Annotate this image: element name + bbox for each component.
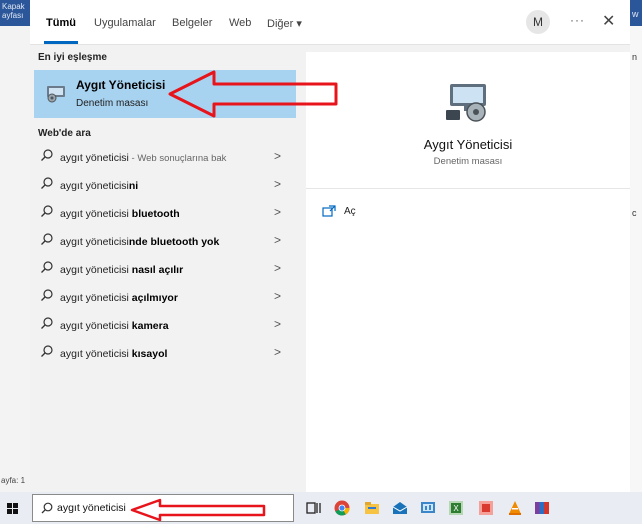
background-app-right: w n c (630, 0, 642, 492)
web-search-item-label: aygıt yöneticisini (60, 180, 139, 192)
chrome-icon[interactable] (334, 500, 350, 516)
web-search-item[interactable]: aygıt yöneticisi kısayol > (34, 342, 300, 366)
background-text: Kapak ayfası (2, 2, 25, 20)
web-search-heading: Web'de ara (38, 128, 91, 139)
web-search-item-label: aygıt yöneticisi açılmıyor (60, 292, 178, 304)
excel-icon[interactable]: X (448, 500, 464, 516)
tab-web[interactable]: Web (229, 17, 251, 29)
background-text: w (632, 9, 639, 19)
device-manager-icon (446, 84, 486, 122)
search-icon (41, 149, 53, 161)
web-search-item-label: aygıt yöneticisinde bluetooth yok (60, 236, 220, 248)
divider (306, 188, 630, 189)
web-search-item[interactable]: aygıt yöneticisini > (34, 174, 300, 198)
search-icon (41, 502, 53, 514)
chevron-right-icon: > (274, 205, 282, 219)
web-search-item-label: aygıt yöneticisi kamera (60, 320, 169, 332)
open-icon (322, 205, 336, 217)
winrar-icon[interactable] (534, 500, 550, 516)
background-text: n (632, 52, 638, 62)
open-label: Aç (344, 206, 356, 217)
web-search-item[interactable]: aygıt yöneticisi bluetooth > (34, 202, 300, 226)
search-icon (41, 233, 53, 245)
web-search-item-label: aygıt yöneticisi kısayol (60, 348, 168, 360)
best-match-heading: En iyi eşleşme (38, 52, 107, 63)
web-search-item[interactable]: aygıt yöneticisi kamera > (34, 314, 300, 338)
detail-pane: Aygıt Yöneticisi Denetim masası Aç (306, 52, 630, 492)
chevron-right-icon: > (274, 289, 282, 303)
search-icon (41, 289, 53, 301)
avatar[interactable]: M (526, 10, 550, 34)
background-status-text: ayfa: 1 (1, 476, 26, 485)
search-icon (41, 205, 53, 217)
search-icon (41, 261, 53, 273)
web-search-item-label: aygıt yöneticisi - Web sonuçlarına bak (60, 152, 227, 164)
detail-title: Aygıt Yöneticisi (423, 137, 513, 152)
chevron-right-icon: > (274, 345, 282, 359)
chevron-right-icon: > (274, 177, 282, 191)
annotation-arrow (130, 498, 266, 522)
mail-icon[interactable] (392, 500, 408, 516)
chevron-right-icon: > (274, 233, 282, 247)
web-search-item-label: aygıt yöneticisi nasıl açılır (60, 264, 184, 276)
search-tabs: Tümü Uygulamalar Belgeler Web Diğer ▾ M … (30, 0, 630, 45)
tab-all[interactable]: Tümü (44, 17, 78, 44)
chevron-right-icon: > (274, 149, 282, 163)
best-match-subtitle: Denetim masası (76, 98, 149, 109)
more-options-button[interactable]: ··· (570, 13, 585, 27)
annotation-arrow (168, 70, 338, 118)
tab-apps[interactable]: Uygulamalar (94, 17, 156, 29)
vlc-icon[interactable] (507, 500, 523, 516)
windows-start-icon[interactable] (7, 503, 18, 514)
search-icon (41, 317, 53, 329)
web-search-item[interactable]: aygıt yöneticisinde bluetooth yok > (34, 230, 300, 254)
device-manager-icon (47, 86, 65, 103)
chevron-right-icon: > (274, 261, 282, 275)
web-search-item[interactable]: aygıt yöneticisi - Web sonuçlarına bak > (34, 146, 300, 170)
web-search-item-label: aygıt yöneticisi bluetooth (60, 208, 180, 220)
chevron-right-icon: > (274, 317, 282, 331)
best-match-title: Aygıt Yöneticisi (76, 78, 166, 92)
search-icon (41, 345, 53, 357)
web-search-item[interactable]: aygıt yöneticisi nasıl açılır > (34, 258, 300, 282)
background-app-left: Kapak ayfası ayfa: 1 (0, 0, 30, 492)
app-icon[interactable] (478, 500, 494, 516)
detail-subtitle: Denetim masası (433, 156, 503, 167)
task-view-icon[interactable] (306, 500, 322, 516)
search-icon (41, 177, 53, 189)
control-panel-icon[interactable] (420, 500, 436, 516)
svg-text:X: X (453, 504, 459, 513)
background-text: c (632, 208, 637, 218)
tab-more[interactable]: Diğer ▾ (267, 17, 302, 30)
tab-documents[interactable]: Belgeler (172, 17, 212, 29)
file-explorer-icon[interactable] (364, 500, 380, 516)
web-search-item[interactable]: aygıt yöneticisi açılmıyor > (34, 286, 300, 310)
close-button[interactable]: ✕ (602, 11, 615, 31)
